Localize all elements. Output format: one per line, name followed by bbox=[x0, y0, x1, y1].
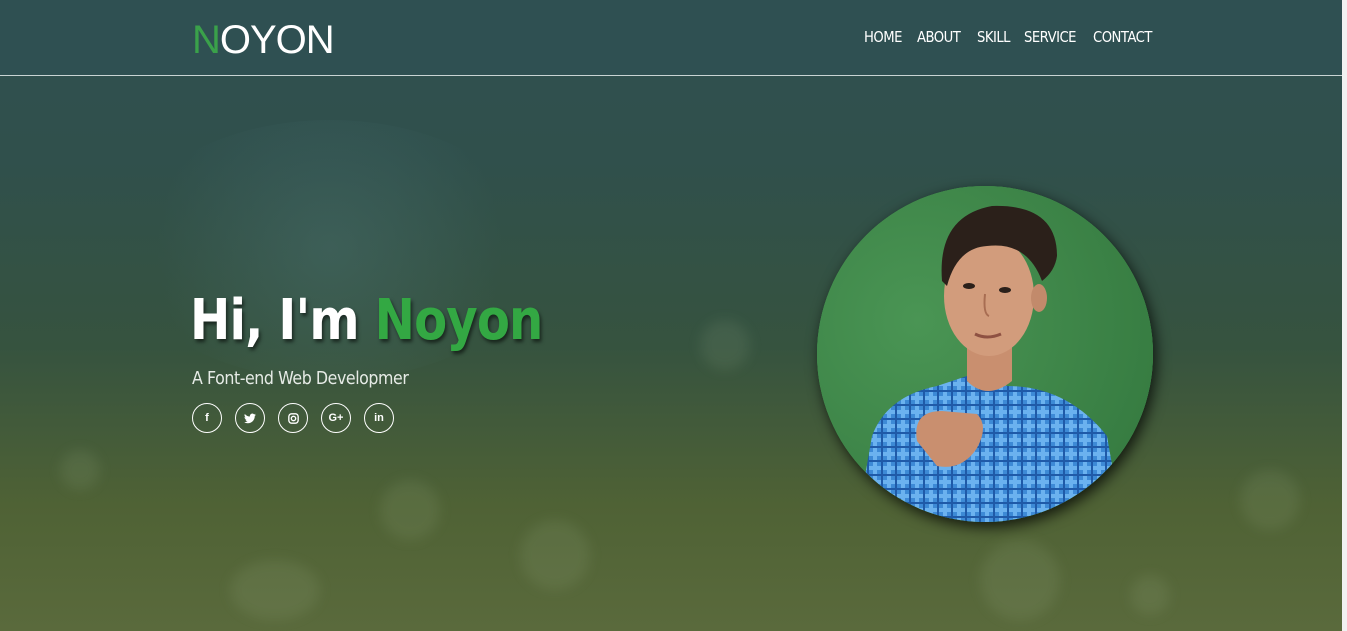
logo-text: OYON bbox=[219, 18, 335, 62]
hero-greeting: Hi, I'm bbox=[190, 288, 360, 353]
profile-photo-illustration bbox=[817, 186, 1153, 522]
nav-link-contact[interactable]: CONTACT bbox=[1093, 28, 1152, 46]
nav-link-service[interactable]: SERVICE bbox=[1024, 28, 1076, 46]
hero-subtitle: A Font-end Web Developmer bbox=[192, 368, 409, 389]
bokeh-decoration bbox=[1240, 470, 1300, 530]
instagram-glyph bbox=[287, 412, 299, 424]
bokeh-decoration bbox=[230, 560, 320, 620]
twitter-icon[interactable] bbox=[235, 403, 265, 433]
navbar: NOYON HOME ABOUT SKILL SERVICE CONTACT bbox=[0, 0, 1342, 76]
nav-link-skill[interactable]: SKILL bbox=[977, 28, 1011, 46]
bokeh-decoration bbox=[1130, 575, 1170, 615]
main-nav: HOME ABOUT SKILL SERVICE CONTACT bbox=[864, 28, 1152, 46]
nav-link-about[interactable]: ABOUT bbox=[917, 28, 961, 46]
site-logo[interactable]: NOYON bbox=[192, 16, 335, 64]
bokeh-decoration bbox=[700, 320, 750, 370]
instagram-icon[interactable] bbox=[278, 403, 308, 433]
hero-title: Hi, I'm Noyon bbox=[190, 286, 544, 356]
logo-accent-letter: N bbox=[192, 18, 221, 62]
bokeh-decoration bbox=[380, 480, 440, 540]
google-plus-icon[interactable]: G+ bbox=[321, 403, 351, 433]
bokeh-decoration bbox=[980, 540, 1060, 620]
page: NOYON HOME ABOUT SKILL SERVICE CONTACT H… bbox=[0, 0, 1347, 631]
profile-photo bbox=[817, 186, 1153, 522]
facebook-icon[interactable]: f bbox=[192, 403, 222, 433]
twitter-bird-glyph bbox=[244, 413, 256, 423]
social-links: f G+ in bbox=[192, 403, 394, 433]
bokeh-decoration bbox=[520, 520, 590, 590]
linkedin-icon[interactable]: in bbox=[364, 403, 394, 433]
scrollbar[interactable] bbox=[1342, 0, 1347, 631]
nav-link-home[interactable]: HOME bbox=[864, 28, 902, 46]
hero-name: Noyon bbox=[374, 288, 544, 353]
bokeh-decoration bbox=[60, 450, 100, 490]
